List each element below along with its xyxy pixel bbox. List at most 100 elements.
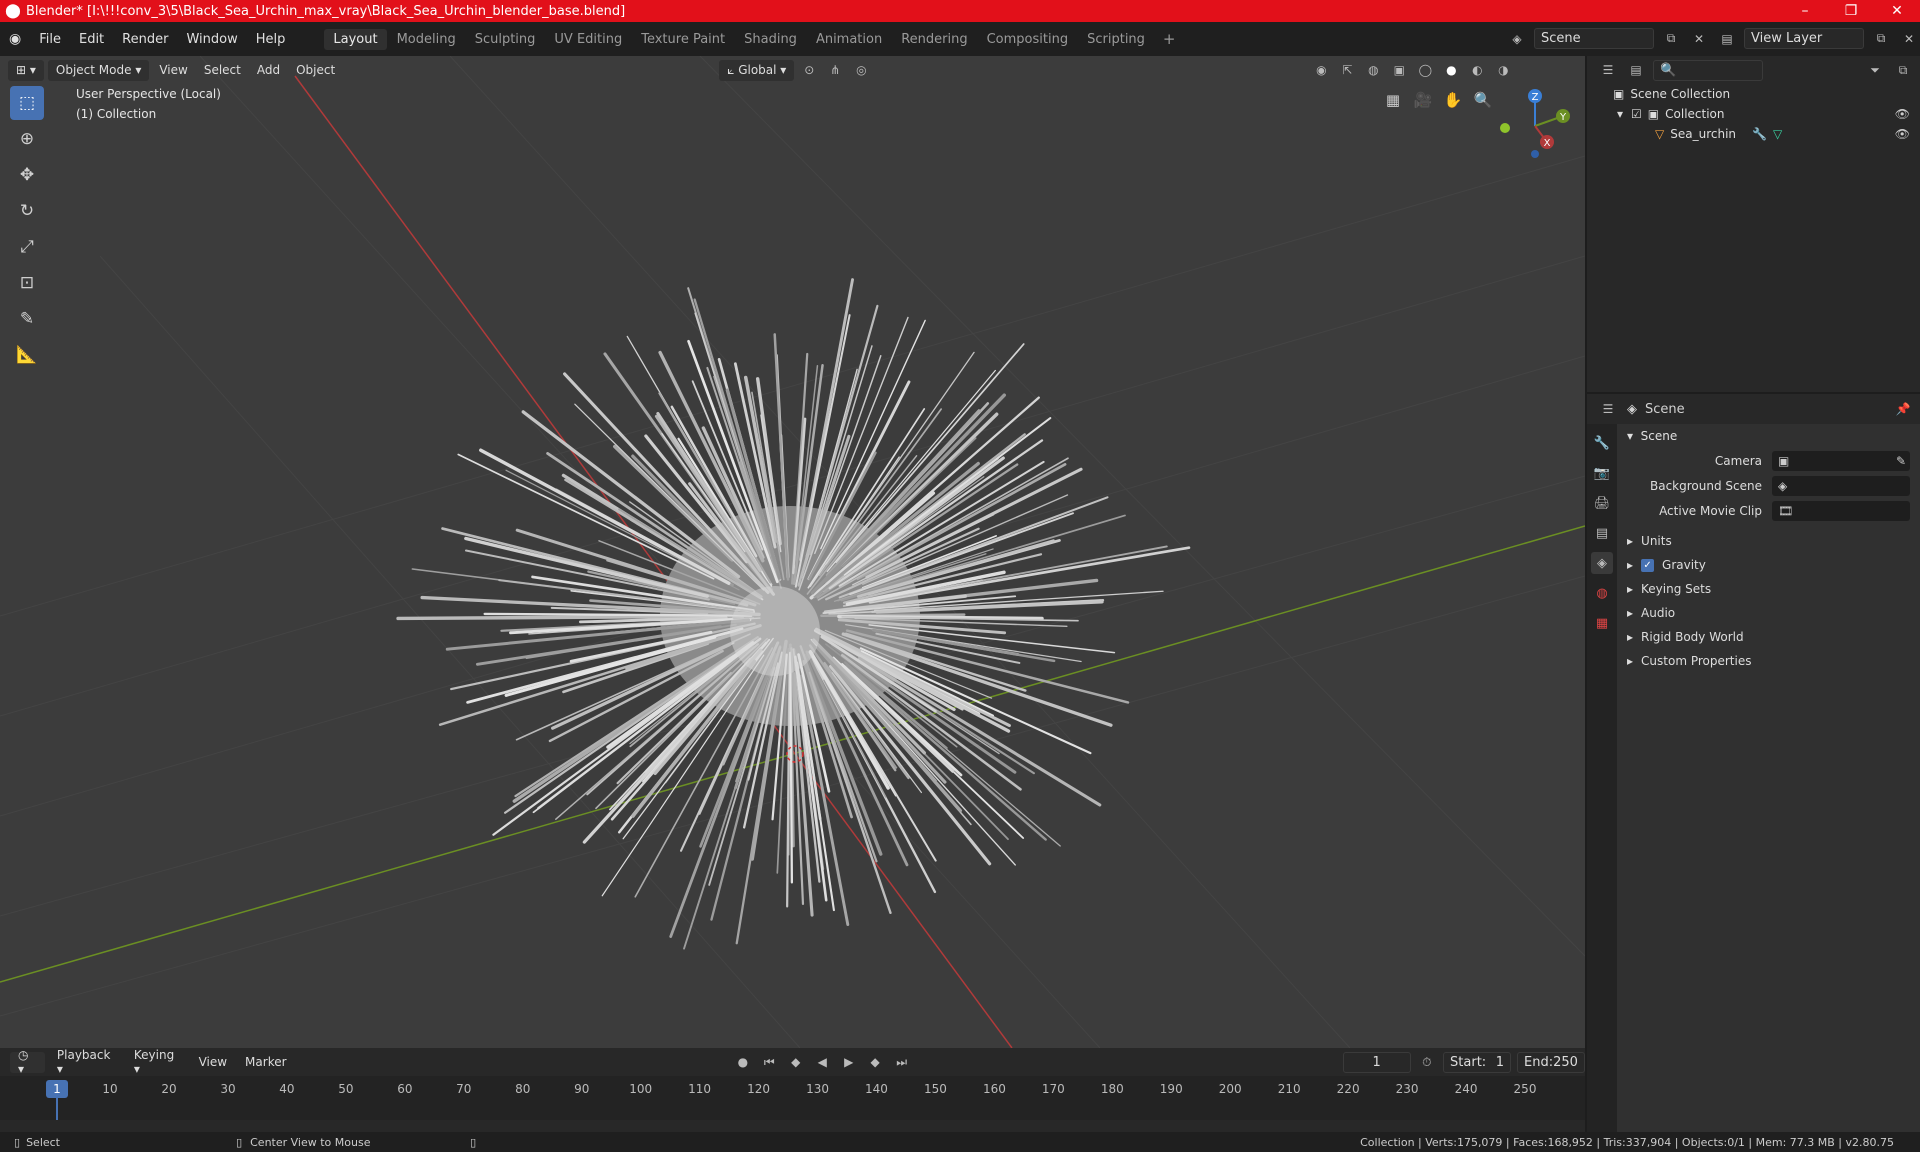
jump-end-icon[interactable]: ⏭ bbox=[891, 1052, 911, 1073]
tab-animation[interactable]: Animation bbox=[807, 29, 891, 50]
view-layer-selector[interactable]: View Layer bbox=[1744, 28, 1864, 49]
tab-scripting[interactable]: Scripting bbox=[1078, 29, 1154, 50]
proportional-edit-icon[interactable]: ◎ bbox=[850, 60, 872, 81]
section-custom-properties[interactable]: ▸ Custom Properties bbox=[1619, 649, 1920, 673]
record-icon[interactable]: ● bbox=[733, 1052, 753, 1073]
menu-marker[interactable]: Marker bbox=[239, 1055, 292, 1069]
delete-view-layer-icon[interactable]: ✕ bbox=[1898, 28, 1920, 49]
tab-texture-paint[interactable]: Texture Paint bbox=[632, 29, 734, 50]
pin-icon[interactable]: 📌 bbox=[1892, 399, 1914, 420]
move-tool-icon[interactable]: ✥ bbox=[10, 158, 44, 192]
pivot-icon[interactable]: ⊙ bbox=[798, 60, 820, 81]
expand-arrow-icon[interactable]: ▾ bbox=[1617, 107, 1623, 121]
menu-render[interactable]: Render bbox=[113, 32, 177, 47]
minimize-button[interactable]: – bbox=[1782, 3, 1828, 19]
start-frame-field[interactable]: Start: 1 bbox=[1443, 1051, 1511, 1073]
gizmo-neg-z-handle[interactable] bbox=[1531, 150, 1539, 158]
new-view-layer-icon[interactable]: ⧉ bbox=[1870, 28, 1892, 49]
world-tab-icon[interactable]: ◍ bbox=[1591, 582, 1613, 604]
rotate-tool-icon[interactable]: ↻ bbox=[10, 194, 44, 228]
current-frame-field[interactable]: 1 bbox=[1342, 1051, 1411, 1073]
display-mode-icon[interactable]: ▤ bbox=[1625, 60, 1647, 81]
scene-panel-header[interactable]: ▾ Scene bbox=[1619, 424, 1920, 448]
view-layer-icon[interactable]: ▤ bbox=[1716, 28, 1738, 49]
new-scene-icon[interactable]: ⧉ bbox=[1660, 28, 1682, 49]
section-rigid-body-world[interactable]: ▸ Rigid Body World bbox=[1619, 625, 1920, 649]
snap-icon[interactable]: ⋔ bbox=[824, 60, 846, 81]
exclude-checkbox[interactable]: ☑ bbox=[1631, 107, 1642, 121]
close-button[interactable]: ✕ bbox=[1874, 3, 1920, 19]
play-reverse-icon[interactable]: ◀ bbox=[812, 1052, 832, 1073]
sea-urchin-object[interactable] bbox=[396, 278, 1191, 950]
add-workspace-button[interactable]: + bbox=[1155, 30, 1184, 48]
transform-tool-icon[interactable]: ⊡ bbox=[10, 266, 44, 300]
eye-icon[interactable]: 👁 bbox=[1895, 107, 1910, 121]
rendered-shading-icon[interactable]: ◑ bbox=[1492, 60, 1514, 81]
menu-window[interactable]: Window bbox=[177, 32, 246, 47]
section-audio[interactable]: ▸ Audio bbox=[1619, 601, 1920, 625]
transform-orientation-selector[interactable]: ⟀ Global ▾ bbox=[719, 59, 795, 81]
modifier-icon[interactable]: 🔧 bbox=[1752, 127, 1767, 141]
eyedropper-icon[interactable]: ✎ bbox=[1896, 454, 1906, 468]
tab-rendering[interactable]: Rendering bbox=[892, 29, 976, 50]
outliner-row-sea-urchin[interactable]: ▽ Sea_urchin 🔧 ▽ 👁 bbox=[1587, 124, 1920, 144]
outliner-editor-type-icon[interactable]: ☰ bbox=[1597, 60, 1619, 81]
blender-menu-icon[interactable]: ◉ bbox=[0, 31, 30, 47]
prev-keyframe-icon[interactable]: ◆ bbox=[786, 1052, 806, 1073]
background-scene-field[interactable]: ◈ bbox=[1772, 475, 1910, 496]
editor-type-button[interactable]: ⊞ ▾ bbox=[8, 59, 44, 81]
delete-scene-icon[interactable]: ✕ bbox=[1688, 28, 1710, 49]
gravity-checkbox[interactable]: ✓ bbox=[1641, 558, 1655, 572]
next-keyframe-icon[interactable]: ◆ bbox=[865, 1052, 885, 1073]
timeline-editor-type-button[interactable]: ◷ ▾ bbox=[10, 1048, 45, 1076]
section-gravity[interactable]: ▸ ✓ Gravity bbox=[1619, 553, 1920, 577]
section-keying-sets[interactable]: ▸ Keying Sets bbox=[1619, 577, 1920, 601]
mesh-data-icon[interactable]: ▽ bbox=[1773, 127, 1782, 141]
scene-icon[interactable]: ◈ bbox=[1506, 28, 1528, 49]
select-box-tool-icon[interactable]: ⬚ bbox=[10, 86, 44, 120]
scene-tab-icon[interactable]: ◈ bbox=[1591, 552, 1613, 574]
solid-shading-icon[interactable]: ● bbox=[1440, 60, 1462, 81]
mode-selector[interactable]: Object Mode ▾ bbox=[47, 59, 150, 81]
menu-select[interactable]: Select bbox=[198, 63, 247, 77]
frame-ruler[interactable]: 1 10 20 30 40 50 60 70 80 90 100 110 120 130 140 150 160… bbox=[0, 1076, 1585, 1120]
jump-start-icon[interactable]: ⏮ bbox=[759, 1052, 779, 1073]
menu-add[interactable]: Add bbox=[251, 63, 286, 77]
menu-object[interactable]: Object bbox=[290, 63, 341, 77]
eye-icon[interactable]: 👁 bbox=[1895, 127, 1910, 141]
output-tab-icon[interactable]: 🖨 bbox=[1591, 492, 1613, 514]
menu-file[interactable]: File bbox=[30, 32, 70, 47]
outliner-row-collection[interactable]: ▾ ☑ ▣ Collection 👁 bbox=[1587, 104, 1920, 124]
filter-icon[interactable]: ⏷ bbox=[1864, 60, 1886, 81]
tab-sculpting[interactable]: Sculpting bbox=[466, 29, 545, 50]
playhead-line[interactable] bbox=[56, 1098, 58, 1120]
tab-modeling[interactable]: Modeling bbox=[388, 29, 465, 50]
render-tab-icon[interactable]: 📷 bbox=[1591, 462, 1613, 484]
camera-field[interactable]: ▣ ✎ bbox=[1772, 450, 1910, 471]
properties-editor-type-icon[interactable]: ☰ bbox=[1597, 399, 1619, 420]
tab-shading[interactable]: Shading bbox=[735, 29, 806, 50]
navigation-gizmo[interactable]: Z Y X bbox=[1495, 86, 1575, 166]
play-icon[interactable]: ▶ bbox=[838, 1052, 858, 1073]
menu-timeline-view[interactable]: View bbox=[193, 1055, 233, 1069]
outliner-row-scene-collection[interactable]: ▣ Scene Collection bbox=[1587, 84, 1920, 104]
tab-compositing[interactable]: Compositing bbox=[978, 29, 1078, 50]
cursor-tool-icon[interactable]: ⊕ bbox=[10, 122, 44, 156]
outliner-search-input[interactable]: 🔍 bbox=[1653, 59, 1763, 81]
scene-selector[interactable]: Scene bbox=[1534, 28, 1654, 49]
menu-playback[interactable]: Playback ▾ bbox=[51, 1048, 122, 1076]
menu-keying[interactable]: Keying ▾ bbox=[128, 1048, 187, 1076]
xray-icon[interactable]: ▣ bbox=[1388, 60, 1410, 81]
tab-layout[interactable]: Layout bbox=[324, 28, 387, 50]
3d-viewport[interactable]: ⊞ ▾ Object Mode ▾ View Select Add Object… bbox=[0, 56, 1585, 1048]
material-shading-icon[interactable]: ◐ bbox=[1466, 60, 1488, 81]
camera-view-icon[interactable]: 🎥 bbox=[1409, 86, 1437, 114]
new-collection-icon[interactable]: ⧉ bbox=[1892, 60, 1914, 81]
gizmo-neg-y-handle[interactable] bbox=[1500, 123, 1510, 133]
active-movie-clip-field[interactable]: 🎞 bbox=[1772, 500, 1910, 521]
scale-tool-icon[interactable]: ⤢ bbox=[10, 230, 44, 264]
overlay-icon[interactable]: ◍ bbox=[1362, 60, 1384, 81]
zoom-icon[interactable]: 🔍 bbox=[1469, 86, 1497, 114]
annotate-tool-icon[interactable]: ✎ bbox=[10, 302, 44, 336]
grid-view-icon[interactable]: ▦ bbox=[1379, 86, 1407, 114]
